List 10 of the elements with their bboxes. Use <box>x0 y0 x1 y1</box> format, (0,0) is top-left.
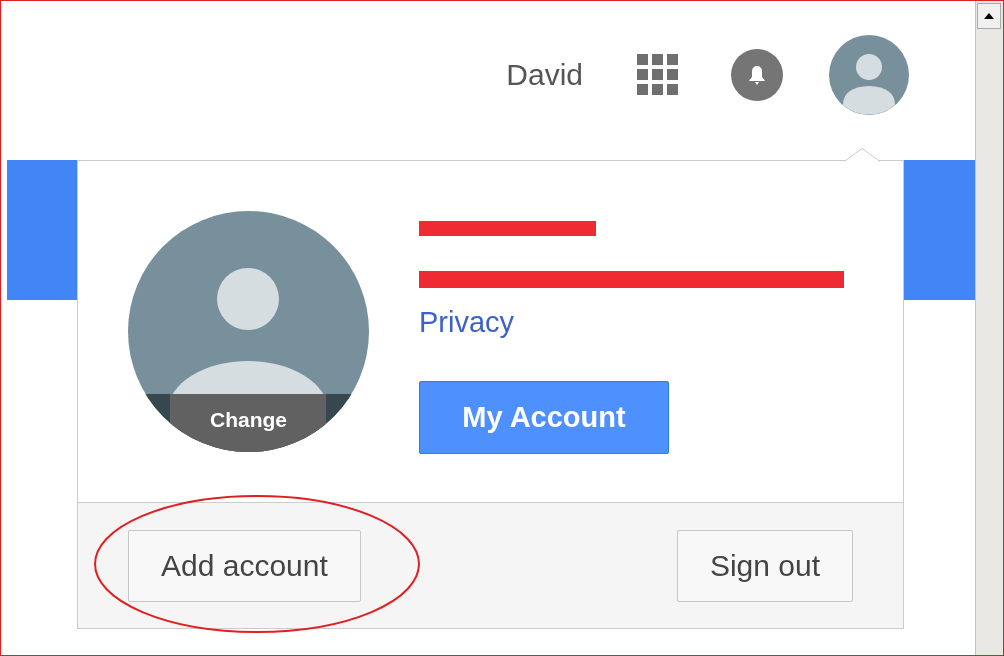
notifications-bell-icon[interactable] <box>731 48 783 101</box>
scroll-up-icon[interactable] <box>977 3 1001 29</box>
sign-out-button[interactable]: Sign out <box>676 529 853 602</box>
scrollbar[interactable] <box>975 1 1003 655</box>
apps-grid-icon[interactable] <box>637 53 679 96</box>
avatar-icon[interactable] <box>829 34 909 115</box>
user-name: David <box>506 57 583 92</box>
privacy-link[interactable]: Privacy <box>419 306 515 339</box>
my-account-button[interactable]: My Account <box>419 381 669 454</box>
add-account-button[interactable]: Add account <box>128 529 361 602</box>
